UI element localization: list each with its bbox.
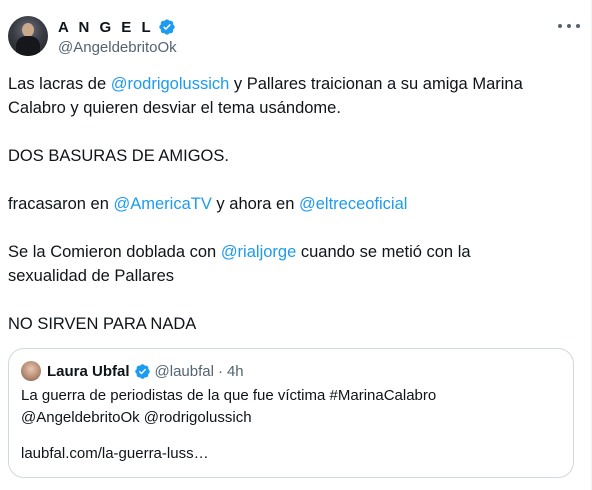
tweet-text-gap xyxy=(8,168,574,192)
quoted-text-line: @AngeldebritoOk @rodrigolussich xyxy=(21,409,252,426)
tweet-text: Las lacras de @rodrigolussich y Pallares… xyxy=(8,72,574,336)
tweet-text-line: DOS BASURAS DE AMIGOS. xyxy=(8,144,574,168)
author-display-name[interactable]: A N G E L xyxy=(58,19,154,36)
more-dot xyxy=(567,24,571,28)
author-handle[interactable]: @AngeldebritoOk xyxy=(58,39,177,56)
mention-link[interactable]: @AmericaTV xyxy=(113,195,211,213)
tweet-text-line: sexualidad de Pallares xyxy=(8,264,574,288)
tweet-text-line: fracasaron en @AmericaTV y ahora en @elt… xyxy=(8,192,574,216)
tweet-text-segment: sexualidad de Pallares xyxy=(8,267,175,285)
avatar-head-shape xyxy=(22,23,34,37)
tweet-text-segment: fracasaron en xyxy=(8,195,114,213)
tweet-text-line: Se la Comieron doblada con @rialjorge cu… xyxy=(8,240,574,264)
quoted-author-name: Laura Ubfal xyxy=(47,362,130,380)
verified-badge-icon xyxy=(134,363,150,379)
quoted-text-line: La guerra de periodistas de la que fue v… xyxy=(21,387,437,404)
tweet-text-segment: Calabro y quieren desviar el tema usándo… xyxy=(8,99,341,117)
quoted-author-avatar xyxy=(21,361,41,381)
tweet-text-line: NO SIRVEN PARA NADA xyxy=(8,312,574,336)
quoted-link: laubfal.com/la-guerra-luss… xyxy=(21,445,209,462)
quoted-tweet-text: La guerra de periodistas de la que fue v… xyxy=(21,385,561,465)
mention-link[interactable]: @eltreceoficial xyxy=(299,195,407,213)
mention-link[interactable]: @rodrigolussich xyxy=(111,75,230,93)
tweet-text-gap xyxy=(8,216,574,240)
tweet-text-line: Las lacras de @rodrigolussich y Pallares… xyxy=(8,72,574,96)
quoted-tweet[interactable]: Laura Ubfal @laubfal · 4h La guerra de p… xyxy=(8,348,574,478)
verified-badge-icon xyxy=(158,19,175,35)
tweet-text-line: Calabro y quieren desviar el tema usándo… xyxy=(8,96,574,120)
tweet-text-segment: NO SIRVEN PARA NADA xyxy=(8,315,197,333)
more-dot xyxy=(576,24,580,28)
tweet-text-segment: y Pallares traicionan a su amiga Marina xyxy=(229,75,523,93)
tweet-text-segment: DOS BASURAS DE AMIGOS. xyxy=(8,147,229,165)
quoted-timestamp: 4h xyxy=(226,362,244,380)
more-horizontal-icon[interactable] xyxy=(558,18,580,34)
tweet-text-segment: y ahora en xyxy=(211,195,299,213)
quoted-text-gap xyxy=(21,429,561,443)
tweet-card: A N G E L @AngeldebritoOk Las lacras de … xyxy=(0,0,592,490)
mention-link[interactable]: @rialjorge xyxy=(221,243,296,261)
quoted-author-handle: @laubfal xyxy=(154,362,214,380)
tweet-text-gap xyxy=(8,288,574,312)
tweet-text-segment: cuando se metió con la xyxy=(296,243,471,261)
tweet-text-segment: Las lacras de xyxy=(8,75,111,93)
tweet-header: A N G E L @AngeldebritoOk xyxy=(8,16,584,60)
author-avatar[interactable] xyxy=(8,16,48,56)
more-dot xyxy=(558,24,562,28)
quoted-tweet-header: Laura Ubfal @laubfal · 4h xyxy=(21,361,244,381)
tweet-text-segment: Se la Comieron doblada con xyxy=(8,243,221,261)
tweet-text-gap xyxy=(8,120,574,144)
avatar-body-shape xyxy=(16,36,40,56)
quoted-separator: · xyxy=(217,362,223,380)
author-name-row: A N G E L xyxy=(58,17,176,37)
